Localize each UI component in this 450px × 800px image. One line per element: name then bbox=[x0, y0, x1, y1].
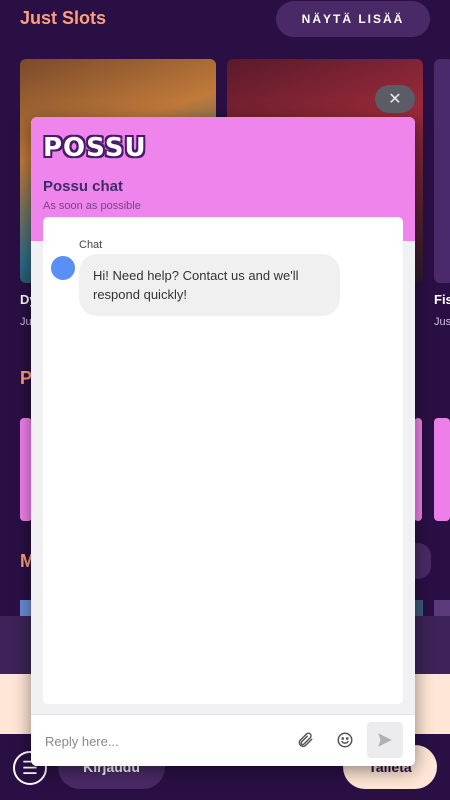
chat-title: Possu chat bbox=[43, 178, 124, 195]
game-name: Fis bbox=[434, 292, 450, 307]
close-chat-button[interactable]: ✕ bbox=[375, 85, 415, 113]
thumbnail-strip bbox=[415, 600, 423, 616]
promo-tile[interactable] bbox=[414, 418, 422, 521]
message-bubble: Hi! Need help? Contact us and we'll resp… bbox=[79, 254, 340, 316]
close-icon: ✕ bbox=[388, 91, 402, 108]
game-provider: Jus bbox=[434, 316, 450, 328]
section-title-just-slots: Just Slots bbox=[20, 8, 107, 28]
chat-footer bbox=[31, 714, 415, 766]
agent-avatar bbox=[51, 256, 75, 280]
chat-widget: POSSU Possu chat As soon as possible Cha… bbox=[31, 117, 415, 766]
smiley-icon bbox=[337, 732, 353, 748]
thumbnail-strip bbox=[434, 600, 450, 616]
send-button[interactable] bbox=[367, 722, 403, 758]
reply-input[interactable] bbox=[45, 729, 275, 753]
attach-button[interactable] bbox=[292, 727, 318, 753]
chat-messages: Chat Hi! Need help? Contact us and we'll… bbox=[43, 217, 403, 704]
emoji-button[interactable] bbox=[332, 727, 358, 753]
promo-tile[interactable] bbox=[434, 418, 450, 521]
chat-subtitle: As soon as possible bbox=[43, 200, 141, 212]
agent-name: Chat bbox=[79, 239, 103, 251]
paperclip-icon bbox=[298, 732, 313, 748]
game-tile[interactable] bbox=[434, 59, 450, 283]
show-more-button[interactable]: NÄYTÄ LISÄÄ bbox=[276, 1, 430, 37]
possu-logo: POSSU bbox=[43, 133, 147, 163]
game-provider: Ju bbox=[20, 316, 32, 328]
send-icon bbox=[378, 733, 392, 747]
